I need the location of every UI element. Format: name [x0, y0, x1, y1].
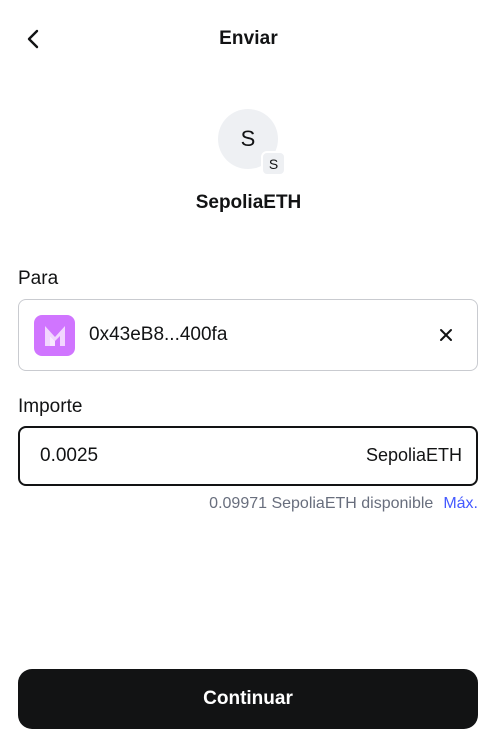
continue-button[interactable]: Continuar [18, 669, 478, 729]
to-label: Para [18, 268, 59, 289]
max-button[interactable]: Máx. [443, 495, 478, 513]
close-icon [440, 329, 452, 341]
clear-recipient-button[interactable] [435, 324, 457, 346]
amount-unit: SepoliaETH [365, 445, 462, 465]
metamask-logo-icon [44, 325, 65, 346]
recipient-address: 0x43eB8...400fa [89, 324, 228, 345]
balance-row: 0.09971 SepoliaETH disponible Máx. [209, 495, 478, 513]
available-balance: 0.09971 SepoliaETH disponible [209, 495, 434, 512]
header: Enviar [0, 0, 497, 80]
amount-value[interactable]: 0.0025 [40, 445, 98, 467]
page-title: Enviar [219, 28, 278, 49]
network-badge: S [261, 151, 286, 176]
recipient-field[interactable]: 0x43eB8...400fa [18, 299, 478, 371]
amount-input[interactable]: 0.0025 SepoliaETH [18, 426, 478, 486]
token-name: SepoliaETH [195, 192, 302, 213]
account-icon [34, 315, 75, 356]
amount-label: Importe [18, 396, 83, 417]
